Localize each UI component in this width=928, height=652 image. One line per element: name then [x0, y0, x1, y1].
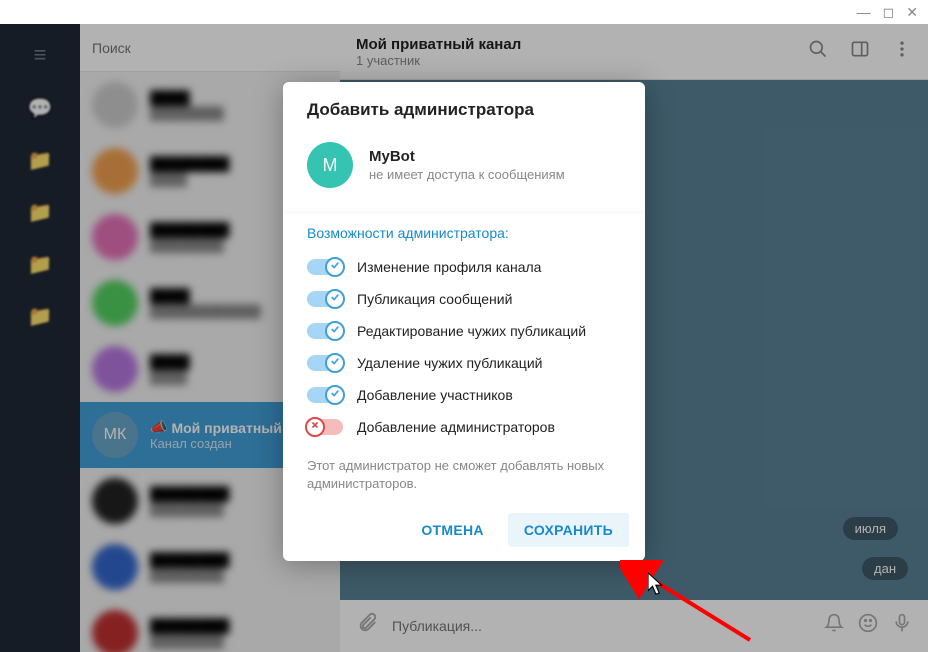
modal-user-row[interactable]: M MyBot не имеет доступа к сообщениям	[283, 128, 645, 210]
toggle-switch[interactable]	[307, 355, 343, 371]
perm-add-admins[interactable]: Добавление администраторов	[307, 411, 621, 443]
perm-add-users[interactable]: Добавление участников	[307, 379, 621, 411]
perm-label: Удаление чужих публикаций	[357, 355, 542, 371]
permissions-section-title: Возможности администратора:	[283, 211, 645, 251]
perm-post-messages[interactable]: Публикация сообщений	[307, 283, 621, 315]
perm-label: Добавление участников	[357, 387, 513, 403]
perm-label: Добавление администраторов	[357, 419, 555, 435]
maximize-button[interactable]: ◻	[883, 4, 895, 20]
user-avatar: M	[307, 142, 353, 188]
close-button[interactable]: ✕	[906, 4, 918, 20]
perm-label: Публикация сообщений	[357, 291, 512, 307]
toggle-switch[interactable]	[307, 419, 343, 435]
perm-delete-posts[interactable]: Удаление чужих публикаций	[307, 347, 621, 379]
user-status: не имеет доступа к сообщениям	[369, 167, 621, 182]
toggle-switch[interactable]	[307, 387, 343, 403]
perm-label: Изменение профиля канала	[357, 259, 541, 275]
permissions-list: Изменение профиля канала Публикация сооб…	[283, 251, 645, 451]
toggle-switch[interactable]	[307, 259, 343, 275]
modal-note: Этот администратор не сможет добавлять н…	[283, 451, 645, 507]
perm-edit-posts[interactable]: Редактирование чужих публикаций	[307, 315, 621, 347]
save-button[interactable]: СОХРАНИТЬ	[508, 513, 629, 547]
cancel-button[interactable]: ОТМЕНА	[405, 513, 499, 547]
modal-backdrop[interactable]: Добавить администратора M MyBot не имеет…	[0, 24, 928, 652]
user-name: MyBot	[369, 148, 621, 165]
toggle-switch[interactable]	[307, 323, 343, 339]
minimize-button[interactable]: —	[857, 4, 871, 20]
window-controls: — ◻ ✕	[847, 0, 928, 24]
add-admin-modal: Добавить администратора M MyBot не имеет…	[283, 82, 645, 561]
perm-label: Редактирование чужих публикаций	[357, 323, 586, 339]
toggle-switch[interactable]	[307, 291, 343, 307]
perm-change-profile[interactable]: Изменение профиля канала	[307, 251, 621, 283]
modal-title: Добавить администратора	[283, 82, 645, 128]
